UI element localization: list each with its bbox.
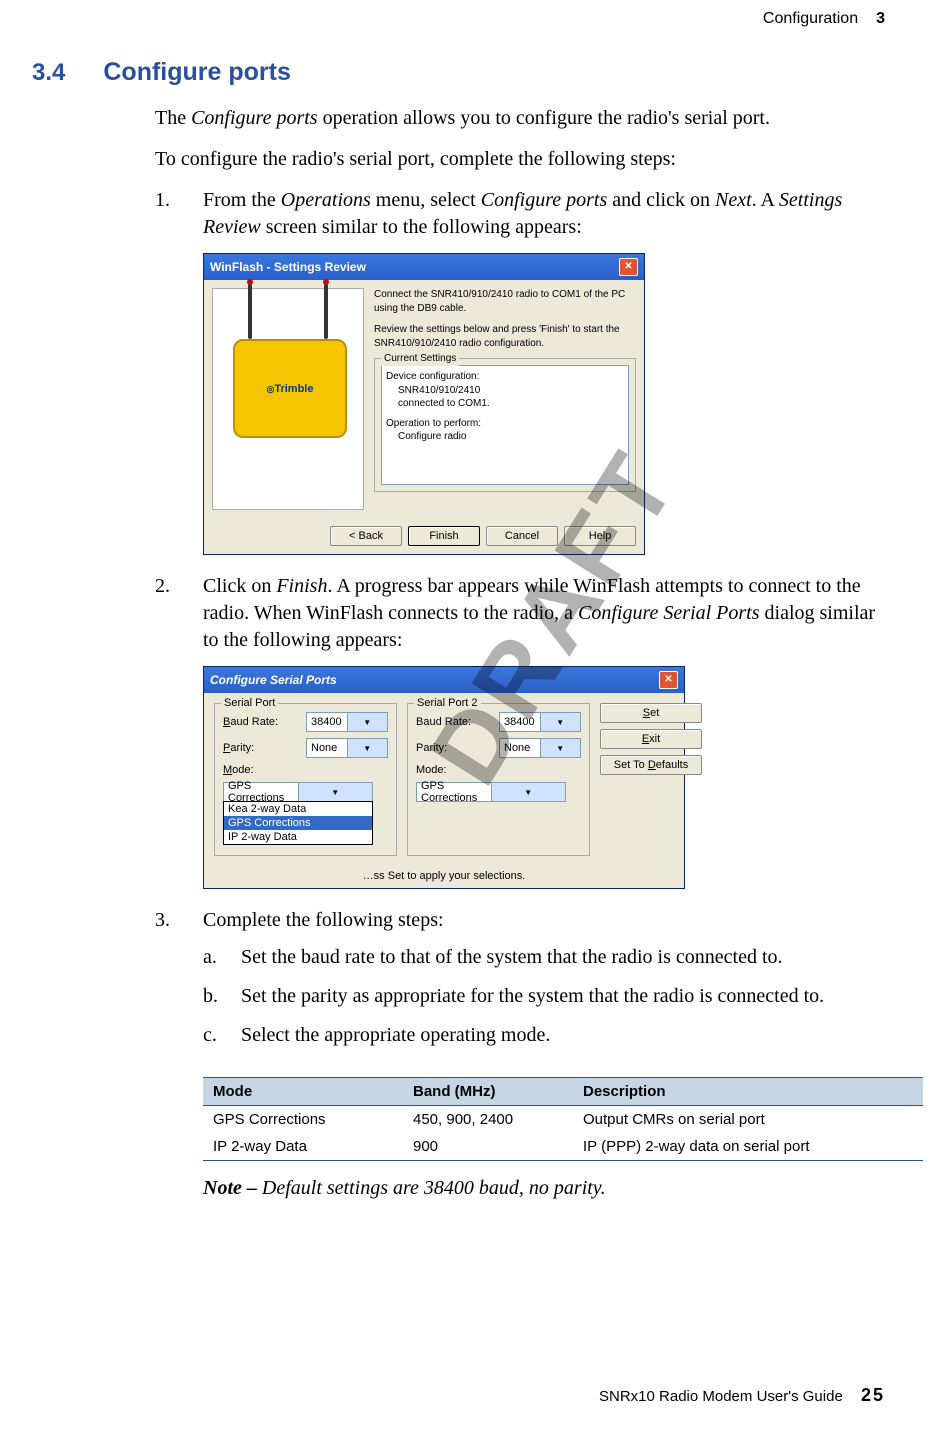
parity-select-2[interactable]: None▼ — [499, 738, 581, 758]
back-button[interactable]: < Back — [330, 526, 402, 546]
section-title: Configure ports — [103, 58, 291, 87]
mode-dropdown-list[interactable]: Kea 2-way Data GPS Corrections IP 2-way … — [223, 801, 373, 845]
winflash-titlebar[interactable]: WinFlash - Settings Review ✕ — [204, 254, 644, 280]
mode-select[interactable]: GPS Corrections▼ — [223, 782, 373, 802]
baud-rate-label: Baud Rate: — [223, 716, 278, 728]
note: Note – Default settings are 38400 baud, … — [203, 1177, 890, 1200]
step-1: 1. From the Operations menu, select Conf… — [155, 187, 890, 241]
section-heading: 3.4 Configure ports — [32, 58, 890, 87]
step-3b: b.Set the parity as appropriate for the … — [203, 983, 890, 1010]
mode-select-2[interactable]: GPS Corrections▼ — [416, 782, 566, 802]
exit-button[interactable]: Exit — [600, 729, 702, 749]
col-desc: Description — [573, 1078, 923, 1106]
intro-paragraph-2: To configure the radio's serial port, co… — [155, 146, 890, 173]
col-band: Band (MHz) — [403, 1078, 573, 1106]
close-icon[interactable]: ✕ — [659, 671, 678, 689]
serial-port-2-group: Serial Port 2 Baud Rate: 38400▼ Parity: … — [407, 703, 590, 856]
page-header: Configuration 3 — [40, 10, 890, 28]
footer-title: SNRx10 Radio Modem User's Guide — [599, 1388, 843, 1405]
winflash-title: WinFlash - Settings Review — [210, 260, 366, 274]
baud-rate-select-2[interactable]: 38400▼ — [499, 712, 581, 732]
parity-select[interactable]: None▼ — [306, 738, 388, 758]
parity-label-2: Parity: — [416, 742, 447, 754]
serial-port-1-group: Serial Port Baud Rate: 38400▼ Parity: No… — [214, 703, 397, 856]
close-icon[interactable]: ✕ — [619, 258, 638, 276]
dlg2-footnote: …ss Set to apply your selections. — [204, 870, 684, 882]
chevron-down-icon[interactable]: ▼ — [347, 739, 388, 757]
mode-label: Mode: — [223, 764, 254, 776]
step-2: 2. Click on Finish. A progress bar appea… — [155, 573, 890, 654]
step-3: 3. Complete the following steps: a.Set t… — [155, 907, 890, 1061]
dlg1-instruction-2: Review the settings below and press 'Fin… — [374, 323, 636, 350]
page-footer: SNRx10 Radio Modem User's Guide 25 — [599, 1385, 885, 1406]
mode-label-2: Mode: — [416, 764, 447, 776]
device-image: ◎Trimble — [212, 288, 364, 510]
baud-rate-label-2: Baud Rate: — [416, 716, 471, 728]
antenna-icon — [248, 284, 252, 339]
dlg1-instruction-1: Connect the SNR410/910/2410 radio to COM… — [374, 288, 636, 315]
set-defaults-button[interactable]: Set To Defaults — [600, 755, 702, 775]
chevron-down-icon[interactable]: ▼ — [540, 713, 581, 731]
step-3a: a.Set the baud rate to that of the syste… — [203, 944, 890, 971]
chevron-down-icon[interactable]: ▼ — [298, 783, 373, 801]
chevron-down-icon[interactable]: ▼ — [491, 783, 566, 801]
current-settings-group: Current Settings Device configuration: S… — [374, 358, 636, 492]
device-body-icon: ◎Trimble — [233, 339, 347, 438]
parity-label: Parity: — [223, 742, 254, 754]
table-row: GPS Corrections 450, 900, 2400 Output CM… — [203, 1106, 923, 1134]
device-brand-label: ◎Trimble — [267, 383, 314, 395]
help-button[interactable]: Help — [564, 526, 636, 546]
mode-option[interactable]: IP 2-way Data — [224, 830, 372, 844]
section-number: 3.4 — [32, 59, 65, 87]
winflash-dialog: WinFlash - Settings Review ✕ ◎Trimble — [203, 253, 645, 555]
mode-option[interactable]: Kea 2-way Data — [224, 802, 372, 816]
csp-titlebar[interactable]: Configure Serial Ports ✕ — [204, 667, 684, 693]
csp-title: Configure Serial Ports — [210, 673, 337, 687]
table-row: IP 2-way Data 900 IP (PPP) 2-way data on… — [203, 1133, 923, 1161]
current-settings-box: Device configuration: SNR410/910/2410 co… — [381, 365, 629, 485]
cancel-button[interactable]: Cancel — [486, 526, 558, 546]
chevron-down-icon[interactable]: ▼ — [540, 739, 581, 757]
set-button[interactable]: Set — [600, 703, 702, 723]
configure-serial-ports-dialog: Configure Serial Ports ✕ Serial Port Bau… — [203, 666, 685, 889]
mode-table: Mode Band (MHz) Description GPS Correcti… — [203, 1077, 923, 1161]
mode-option-selected[interactable]: GPS Corrections — [224, 816, 372, 830]
step-3c: c.Select the appropriate operating mode. — [203, 1022, 890, 1049]
chapter-name: Configuration — [763, 10, 858, 28]
col-mode: Mode — [203, 1078, 403, 1106]
chevron-down-icon[interactable]: ▼ — [347, 713, 388, 731]
chapter-number: 3 — [876, 10, 885, 28]
intro-paragraph-1: The Configure ports operation allows you… — [155, 105, 890, 132]
page-number: 25 — [861, 1385, 885, 1405]
antenna-icon — [324, 284, 328, 339]
finish-button[interactable]: Finish — [408, 526, 480, 546]
baud-rate-select[interactable]: 38400▼ — [306, 712, 388, 732]
